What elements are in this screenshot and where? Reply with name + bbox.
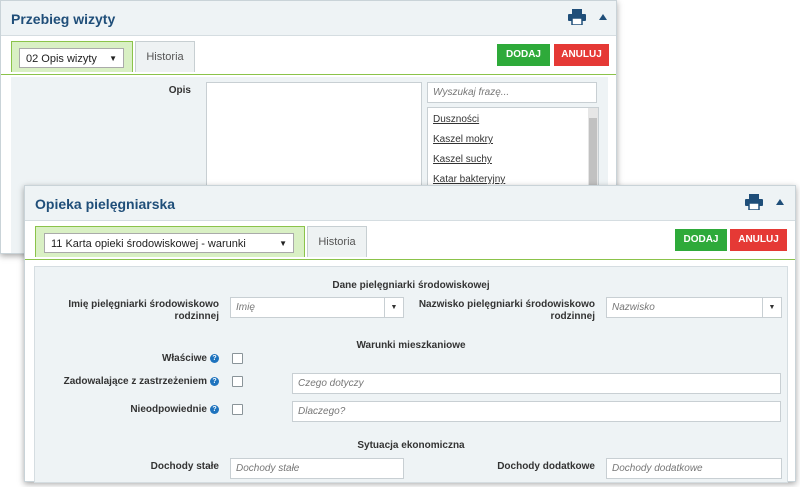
reserved-reason-placeholder: Czego dotyczy: [298, 378, 364, 389]
nursing-care-panel: Opieka pielęgniarska 11 Karta opieki śro…: [24, 185, 796, 483]
inadequate-checkbox[interactable]: [232, 404, 243, 415]
scrollbar-thumb[interactable]: [589, 118, 597, 188]
nurse-last-name-placeholder: Nazwisko: [612, 302, 655, 313]
cancel-button[interactable]: ANULUJ: [554, 44, 609, 66]
fixed-income-input[interactable]: Dochody stałe: [230, 458, 404, 479]
reserved-label-row: Zadowalające z zastrzeżeniem?: [40, 376, 219, 387]
description-textarea[interactable]: [206, 82, 422, 199]
tab-history[interactable]: Historia: [307, 226, 367, 257]
proper-label-row: Właściwe?: [55, 353, 219, 364]
panel-title: Przebieg wizyty: [11, 11, 116, 27]
form-select-value: 02 Opis wizyty: [26, 53, 97, 65]
extra-income-input[interactable]: Dochody dodatkowe: [606, 458, 782, 479]
extra-income-label: Dochody dodatkowe: [497, 461, 595, 472]
add-button[interactable]: DODAJ: [675, 229, 727, 251]
chevron-down-icon: ▼: [762, 298, 781, 317]
phrase-item[interactable]: Kaszel suchy: [433, 154, 492, 165]
reserved-reason-input[interactable]: Czego dotyczy: [292, 373, 781, 394]
panel-header: Opieka pielęgniarska: [25, 186, 795, 221]
panel-body: Dane pielęgniarki środowiskowej Imię pie…: [34, 266, 788, 483]
panel-header: Przebieg wizyty: [1, 1, 616, 36]
print-icon[interactable]: [745, 194, 763, 210]
proper-checkbox[interactable]: [232, 353, 243, 364]
chevron-down-icon: ▼: [384, 298, 403, 317]
tab-history[interactable]: Historia: [135, 41, 195, 72]
phrase-search-input[interactable]: Wyszukaj frazę...: [427, 82, 597, 103]
help-icon[interactable]: ?: [210, 404, 219, 414]
inadequate-label-row: Nieodpowiednie?: [55, 404, 219, 415]
panel-toolbar: 11 Karta opieki środowiskowej - warunki …: [25, 221, 795, 260]
inadequate-reason-placeholder: Dlaczego?: [298, 406, 346, 417]
help-icon[interactable]: ?: [210, 376, 219, 386]
chevron-down-icon: ▼: [109, 54, 117, 63]
extra-income-placeholder: Dochody dodatkowe: [612, 463, 703, 474]
nurse-first-name-placeholder: Imię: [236, 302, 255, 313]
section-economic-heading: Sytuacja ekonomiczna: [357, 440, 465, 451]
fixed-income-placeholder: Dochody stałe: [236, 463, 300, 474]
form-select-tab: 11 Karta opieki środowiskowej - warunki …: [35, 226, 305, 257]
add-button[interactable]: DODAJ: [497, 44, 550, 66]
form-select-value: 11 Karta opieki środowiskowej - warunki: [51, 238, 246, 250]
description-label: Opis: [168, 85, 191, 96]
section-living-heading: Warunki mieszkaniowe: [356, 340, 466, 351]
collapse-icon[interactable]: [598, 13, 608, 21]
form-select[interactable]: 11 Karta opieki środowiskowej - warunki …: [44, 233, 294, 253]
proper-label: Właściwe: [161, 353, 207, 364]
cancel-button[interactable]: ANULUJ: [730, 229, 787, 251]
form-select-tab: 02 Opis wizyty ▼: [11, 41, 133, 72]
reserved-label: Zadowalające z zastrzeżeniem: [63, 376, 207, 387]
phrase-item[interactable]: Duszności: [433, 114, 479, 125]
inadequate-label: Nieodpowiednie: [130, 404, 207, 415]
panel-toolbar: 02 Opis wizyty ▼ Historia DODAJ ANULUJ: [1, 36, 616, 75]
nurse-first-name-select[interactable]: Imię ▼: [230, 297, 404, 318]
reserved-checkbox[interactable]: [232, 376, 243, 387]
phrase-item[interactable]: Katar bakteryjny: [433, 174, 505, 185]
collapse-icon[interactable]: [775, 198, 785, 206]
nurse-last-name-label: Nazwisko pielęgniarki środowiskowo rodzi…: [418, 299, 595, 322]
help-icon[interactable]: ?: [210, 353, 219, 363]
nurse-first-name-label: Imię pielęgniarki środowiskowo rodzinnej: [68, 299, 219, 322]
chevron-down-icon: ▼: [279, 239, 287, 248]
form-select[interactable]: 02 Opis wizyty ▼: [19, 48, 124, 68]
inadequate-reason-input[interactable]: Dlaczego?: [292, 401, 781, 422]
section-nurse-heading: Dane pielęgniarki środowiskowej: [332, 280, 490, 291]
panel-title: Opieka pielęgniarska: [35, 196, 176, 212]
nurse-last-name-select[interactable]: Nazwisko ▼: [606, 297, 782, 318]
fixed-income-label: Dochody stałe: [150, 461, 219, 472]
phrase-search-placeholder: Wyszukaj frazę...: [433, 87, 510, 98]
phrase-item[interactable]: Kaszel mokry: [433, 134, 493, 145]
print-icon[interactable]: [568, 9, 586, 25]
